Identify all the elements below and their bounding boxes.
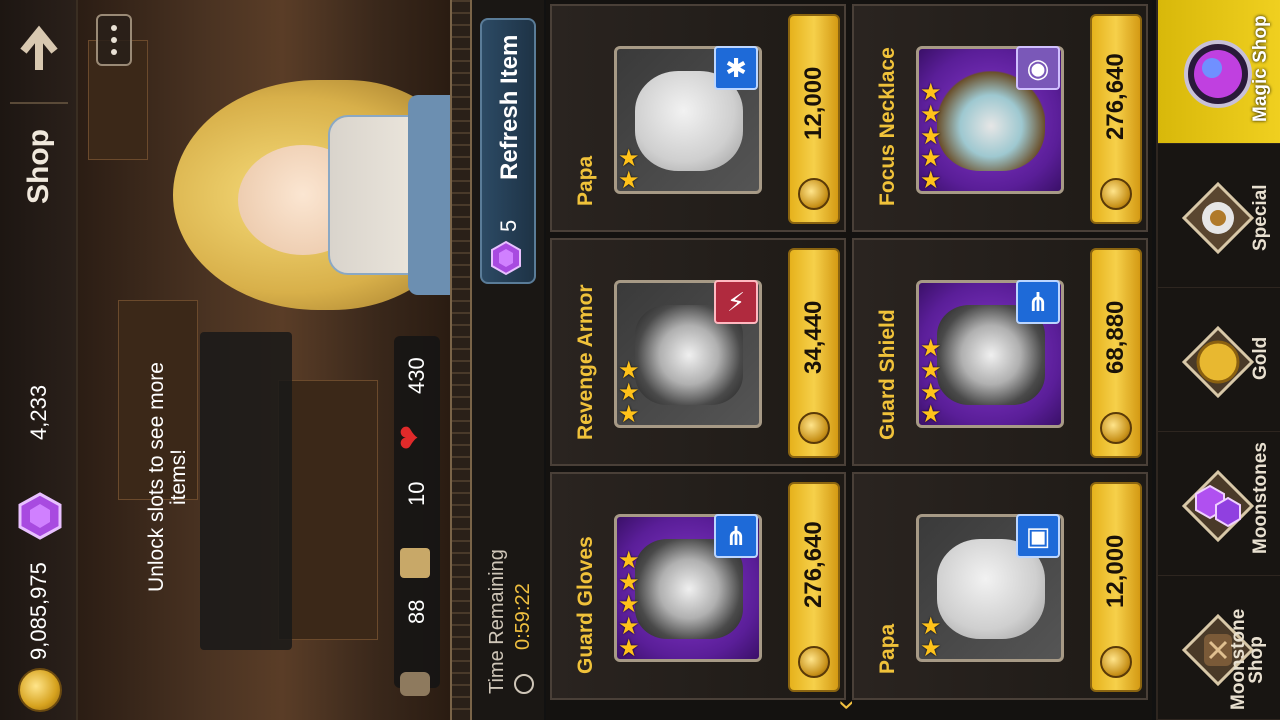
item-price: 68,880 [1102,300,1129,374]
scroll-icon [400,548,430,578]
ornate-divider [450,0,472,720]
heart-icon: ❤ [394,424,428,451]
nav-item-moonstones[interactable]: Moonstones [1158,432,1280,576]
item-grid: Papa ✱ ★ ★ 12,000 Revenge Armor ⚡ ★ ★ ★ 34,440 Guar… [546,0,1152,720]
gold-coin-icon [1100,412,1132,444]
item-name: Focus Necklace [876,47,899,206]
element-badge-icon: ✱ [714,46,758,90]
item-price: 12,000 [800,66,827,140]
star-icon: ★ [618,401,640,428]
star-icon: ★ [618,167,640,194]
header-divider [10,102,68,104]
unlock-message-box [200,332,292,650]
item-price: 12,000 [1102,534,1129,608]
nav-item-label: Special [1250,184,1271,251]
shop-item-card[interactable]: Papa ✱ ★ ★ 12,000 [550,4,846,232]
item-name: Guard Gloves [574,536,597,674]
unlock-message: Unlock slots to see more items! [145,362,190,592]
gem-icon [488,240,524,276]
refresh-cost: 5 [496,219,521,232]
time-remaining-label: Time Remaining [486,549,508,694]
refresh-item-label: Refresh Item [496,34,523,180]
star-icon: ★ [920,167,942,194]
shop-item-card[interactable]: Focus Necklace ◉ ★ ★ ★ ★ ★ 276,640 [852,4,1148,232]
more-options-icon[interactable] [96,14,132,66]
shop-category-nav: Magic Shop Special Gold Moonstones Moonstone… [1156,0,1280,720]
element-badge-icon: ⚡ [714,280,758,324]
shopkeeper-dress [408,95,450,295]
magic-orb-icon [1180,36,1256,112]
gold-coin-icon [798,178,830,210]
star-rating: ★ ★ ★ ★ [920,337,942,428]
scroll-down-chevron-icon[interactable]: ‹ [828,700,862,710]
nav-item-special[interactable]: Special [1158,144,1280,288]
shopkeeper-scene: ❤ [78,0,450,720]
gold-balance: 9,085,975 [26,562,51,660]
item-name: Guard Shield [876,309,899,440]
nav-item-label: Moonstones [1250,442,1271,554]
nav-item-gold[interactable]: Gold [1158,288,1280,432]
item-price: 276,640 [1102,53,1129,140]
nav-item-label: Gold [1250,336,1271,380]
nav-item-label: Magic Shop [1250,15,1271,122]
star-rating: ★ ★ ★ ★ ★ [618,549,640,662]
boot-icon [400,672,430,696]
header-bar: Shop 4,233 9,085,975 [0,0,78,720]
clock-icon [514,674,534,694]
star-icon: ★ [920,401,942,428]
gold-coin-icon [1180,324,1256,400]
item-name: Papa [876,623,899,674]
star-rating: ★ ★ [920,615,942,662]
gold-currency-icon [18,668,62,712]
back-arrow-icon[interactable] [14,22,64,72]
gold-coin-icon [798,412,830,444]
star-rating: ★ ★ ★ [618,359,640,428]
shop-item-card[interactable]: Papa ▣ ★ ★ 12,000 [852,472,1148,700]
gold-coin-icon [1100,178,1132,210]
shelf [278,380,378,640]
special-emblem-icon [1180,180,1256,256]
page-title: Shop [22,129,55,204]
gem-balance: 4,233 [26,384,51,440]
time-remaining-value: 0:59:22 [512,583,534,650]
nav-item-magic-shop[interactable]: Magic Shop [1158,0,1280,144]
nav-item-moonstone-shop[interactable]: Moonstone Shop [1158,576,1280,720]
element-badge-icon: ▣ [1016,514,1060,558]
star-icon: ★ [618,635,640,662]
stat-value: 88 [404,599,429,624]
element-badge-icon: ◉ [1016,46,1060,90]
element-badge-icon: ⋔ [1016,280,1060,324]
item-price: 34,440 [800,300,827,374]
shop-item-card[interactable]: Revenge Armor ⚡ ★ ★ ★ 34,440 [550,238,846,466]
item-price: 276,640 [800,521,827,608]
star-icon: ★ [920,635,942,662]
shop-item-card[interactable]: Guard Gloves ⋔ ★ ★ ★ ★ ★ 276,640 [550,472,846,700]
item-name: Revenge Armor [574,284,597,440]
nav-item-label: Moonstone Shop [1228,608,1267,710]
stat-value: 430 [404,357,429,394]
item-name: Papa [574,155,597,206]
shop-item-card[interactable]: Guard Shield ⋔ ★ ★ ★ ★ 68,880 [852,238,1148,466]
gem-currency-icon [16,492,64,540]
gold-coin-icon [798,646,830,678]
star-rating: ★ ★ [618,147,640,194]
gold-coin-icon [1100,646,1132,678]
element-badge-icon: ⋔ [714,514,758,558]
star-rating: ★ ★ ★ ★ ★ [920,81,942,194]
stat-value: 10 [404,481,429,506]
moonstone-icon [1180,468,1256,544]
info-column: Refresh Item Time Remaining 0:59:22 [472,0,544,720]
